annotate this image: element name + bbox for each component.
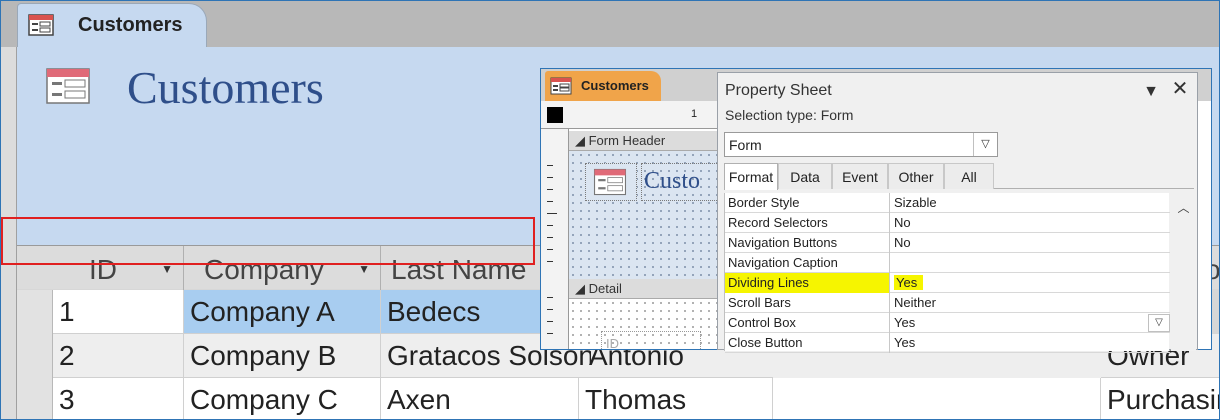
property-name: Record Selectors	[725, 213, 890, 233]
cell-id[interactable]: 3	[53, 378, 184, 419]
form-header-section-bar[interactable]: ◢ Form Header	[569, 131, 721, 151]
property-value[interactable]: No	[890, 213, 1170, 233]
property-row-control-box[interactable]: Control Box Yes ▽	[725, 313, 1170, 333]
property-tabs: Format Data Event Other All	[724, 163, 1194, 190]
property-sheet-title: Property Sheet	[725, 82, 832, 99]
header-logo-control[interactable]	[585, 163, 637, 201]
section-label: Form Header	[588, 133, 666, 148]
form-icon	[550, 77, 572, 95]
cell-company[interactable]: Company C	[184, 378, 381, 419]
row-selector[interactable]	[17, 334, 53, 378]
form-icon	[593, 168, 627, 196]
cell-id[interactable]: 1	[53, 290, 184, 334]
section-label: Detail	[588, 281, 622, 296]
ruler-tick	[547, 213, 557, 214]
property-name: Scroll Bars	[725, 293, 890, 313]
property-name: Dividing Lines	[725, 273, 890, 293]
ruler-number: 1	[691, 108, 698, 120]
cell-empty[interactable]	[773, 378, 1101, 419]
form-icon	[28, 14, 54, 36]
cell-job-title[interactable]: Purchasing	[1101, 378, 1219, 419]
property-name: Close Button	[725, 333, 890, 353]
tab-data[interactable]: Data	[778, 163, 832, 189]
document-tabstrip: Customers	[1, 1, 1219, 47]
chevron-up-icon[interactable]: ︿	[1171, 199, 1196, 215]
property-row-dividing-lines[interactable]: Dividing Lines Yes	[725, 273, 1170, 293]
property-value[interactable]: Sizable	[890, 193, 1170, 213]
ruler-tick	[547, 261, 553, 262]
cell-last-name[interactable]: Bedecs	[381, 290, 541, 334]
cell-last-name[interactable]: Axen	[381, 378, 579, 419]
property-row-navigation-caption[interactable]: Navigation Caption	[725, 253, 1170, 273]
ruler-tick	[547, 177, 553, 178]
chevron-down-icon[interactable]: ▽	[973, 133, 997, 156]
property-value[interactable]: No	[890, 233, 1170, 253]
row-selector[interactable]	[17, 290, 53, 334]
access-window: Customers Customers ID ▼ Company ▼ Last …	[0, 0, 1220, 420]
form-icon	[46, 68, 90, 104]
property-sheet: Property Sheet ▼ ✕ Selection type: Form …	[717, 72, 1198, 353]
close-icon[interactable]: ✕	[1170, 79, 1190, 99]
form-selector[interactable]	[547, 107, 563, 123]
property-name: Control Box	[725, 313, 890, 333]
selection-type: Selection type: Form	[725, 107, 854, 123]
property-value[interactable]: Yes	[890, 333, 1170, 353]
property-name: Navigation Caption	[725, 253, 890, 273]
cell-company[interactable]: Company B	[184, 334, 381, 378]
ruler-tick	[547, 249, 553, 250]
detail-section-bar[interactable]: ◢ Detail	[569, 279, 721, 299]
tab-customers-design[interactable]: Customers	[545, 71, 661, 101]
cell-company[interactable]: Company A	[184, 290, 381, 334]
object-selector-value: Form	[729, 137, 762, 153]
property-row-border-style[interactable]: Border Style Sizable	[725, 193, 1170, 213]
table-row[interactable]: 3 Company C Axen Thomas Purchasing	[17, 378, 1219, 419]
highlight-callout	[1, 217, 535, 265]
tab-customers[interactable]: Customers	[17, 3, 207, 47]
header-title-control[interactable]: Custo	[641, 163, 721, 201]
property-value[interactable]: Yes	[890, 313, 1170, 333]
ruler-tick	[547, 201, 553, 202]
tab-label: Customers	[78, 14, 183, 36]
triangle-down-icon[interactable]: ▼	[1140, 83, 1162, 100]
ruler-tick	[547, 333, 553, 334]
property-scrollbar[interactable]: ︿	[1171, 193, 1196, 351]
cell-id[interactable]: 2	[53, 334, 184, 378]
tab-format[interactable]: Format	[724, 163, 778, 190]
property-name: Navigation Buttons	[725, 233, 890, 253]
property-value[interactable]	[890, 253, 1170, 273]
tab-event[interactable]: Event	[832, 163, 888, 189]
property-row-scroll-bars[interactable]: Scroll Bars Neither	[725, 293, 1170, 313]
ruler-tick	[547, 309, 553, 310]
ruler-tick	[547, 189, 553, 190]
property-value[interactable]: Neither	[890, 293, 1170, 313]
ruler-tick	[547, 237, 553, 238]
chevron-down-icon[interactable]: ▽	[1148, 314, 1170, 332]
ruler-tick	[547, 165, 553, 166]
property-row-navigation-buttons[interactable]: Navigation Buttons No	[725, 233, 1170, 253]
tab-all[interactable]: All	[944, 163, 994, 189]
id-label-control[interactable]: ID	[601, 331, 701, 349]
ruler-tick	[547, 297, 553, 298]
property-grid: Border Style Sizable Record Selectors No…	[724, 193, 1170, 353]
property-row-record-selectors[interactable]: Record Selectors No	[725, 213, 1170, 233]
property-row-close-button[interactable]: Close Button Yes	[725, 333, 1170, 353]
property-name: Border Style	[725, 193, 890, 213]
tab-other[interactable]: Other	[888, 163, 944, 189]
property-value[interactable]: Yes	[890, 273, 1170, 293]
section-bar-icon: ◢	[575, 133, 589, 148]
tab-label: Customers	[581, 78, 649, 93]
form-title: Customers	[127, 62, 324, 113]
ruler-tick	[547, 225, 553, 226]
section-bar-icon: ◢	[575, 281, 589, 296]
property-value-text: Yes	[894, 275, 924, 290]
ruler-tick	[547, 321, 553, 322]
vertical-ruler	[541, 129, 569, 349]
cell-first-name[interactable]: Thomas	[579, 378, 773, 419]
row-selector[interactable]	[17, 378, 53, 419]
object-selector[interactable]: Form ▽	[724, 132, 998, 157]
horizontal-ruler: 1	[541, 101, 721, 129]
